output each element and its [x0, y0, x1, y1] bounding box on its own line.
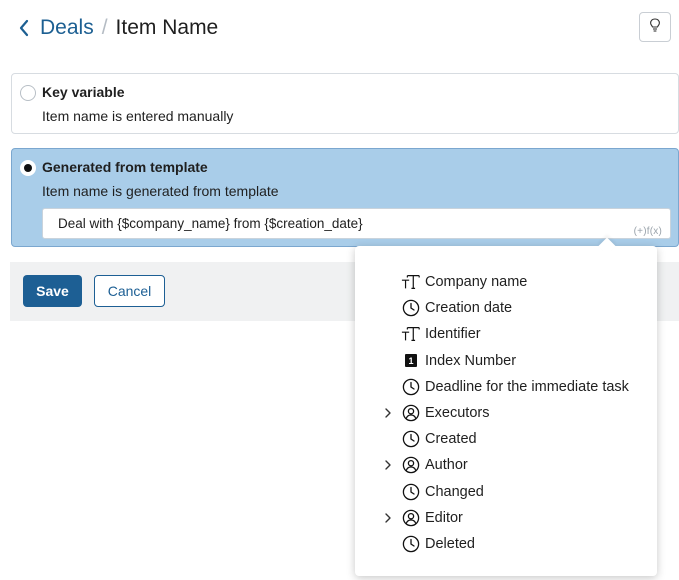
generated-description: Item name is generated from template	[42, 183, 279, 199]
dropdown-item-label: Company name	[425, 274, 528, 290]
insert-variable-icon[interactable]: (+)f(x)	[634, 217, 662, 246]
dropdown-item-label: Executors	[425, 404, 490, 421]
cancel-button[interactable]: Cancel	[94, 275, 165, 307]
dropdown-item[interactable]: Changed	[355, 479, 657, 505]
dropdown-item[interactable]: Executors	[355, 400, 657, 426]
variable-dropdown: Company name Creation date Identifier 1 Inde…	[355, 237, 657, 576]
page-title: Item Name	[115, 16, 219, 39]
dropdown-item[interactable]: Author	[355, 452, 657, 478]
dropdown-item-label: Author	[425, 457, 468, 474]
clock-icon	[401, 535, 421, 553]
breadcrumb-separator: /	[101, 16, 108, 39]
clock-icon	[401, 299, 421, 317]
variable-list: Company name Creation date Identifier 1 Inde…	[355, 269, 657, 557]
clock-icon	[401, 430, 421, 448]
dropdown-item-label: Changed	[425, 483, 484, 500]
clock-icon	[401, 483, 421, 501]
key-variable-description: Item name is entered manually	[42, 108, 234, 124]
dropdown-item[interactable]: Editor	[355, 505, 657, 531]
user-icon	[401, 456, 421, 474]
dropdown-item-label: Creation date	[425, 300, 513, 317]
option-generated-from-template[interactable]: Generated from template Item name is gen…	[11, 148, 679, 247]
dropdown-item-label: Identifier	[425, 326, 481, 343]
dropdown-item[interactable]: Deleted	[355, 531, 657, 557]
chevron-right-icon[interactable]	[383, 407, 393, 419]
dropdown-item[interactable]: 1 Index Number	[355, 348, 657, 374]
option-key-variable[interactable]: Key variable Item name is entered manual…	[11, 73, 679, 134]
text-type-icon	[401, 273, 421, 291]
user-icon	[401, 404, 421, 422]
dropdown-item[interactable]: Created	[355, 426, 657, 452]
template-input[interactable]: Deal with {$company_name} from {$creatio…	[42, 208, 671, 239]
template-value: Deal with {$company_name} from {$creatio…	[58, 216, 363, 231]
generated-title: Generated from template	[42, 159, 208, 175]
breadcrumb-deals-link[interactable]: Deals	[40, 16, 94, 40]
help-lightbulb-icon	[649, 17, 661, 37]
dropdown-item-label: Index Number	[425, 352, 517, 369]
chevron-left-icon[interactable]	[18, 16, 36, 40]
dropdown-item[interactable]: Deadline for the immediate task	[355, 374, 657, 400]
key-variable-radio[interactable]	[20, 85, 36, 101]
dropdown-item[interactable]: Company name	[355, 269, 657, 295]
clock-icon	[401, 378, 421, 396]
text-type-icon	[401, 325, 421, 343]
help-button[interactable]	[639, 12, 671, 42]
dropdown-item[interactable]: Creation date	[355, 295, 657, 321]
chevron-right-icon[interactable]	[383, 512, 393, 524]
user-icon	[401, 509, 421, 527]
key-variable-title: Key variable	[42, 84, 125, 100]
dropdown-item-label: Deadline for the immediate task	[425, 378, 629, 395]
dropdown-item[interactable]: Identifier	[355, 321, 657, 347]
dropdown-item-label: Editor	[425, 509, 463, 526]
save-button[interactable]: Save	[23, 275, 82, 307]
dropdown-item-label: Created	[425, 431, 477, 448]
page-header: Deals / Item Name	[18, 14, 218, 42]
index-number-icon: 1	[401, 352, 421, 370]
dropdown-item-label: Deleted	[425, 535, 475, 552]
generated-radio[interactable]	[20, 160, 36, 176]
chevron-right-icon[interactable]	[383, 459, 393, 471]
